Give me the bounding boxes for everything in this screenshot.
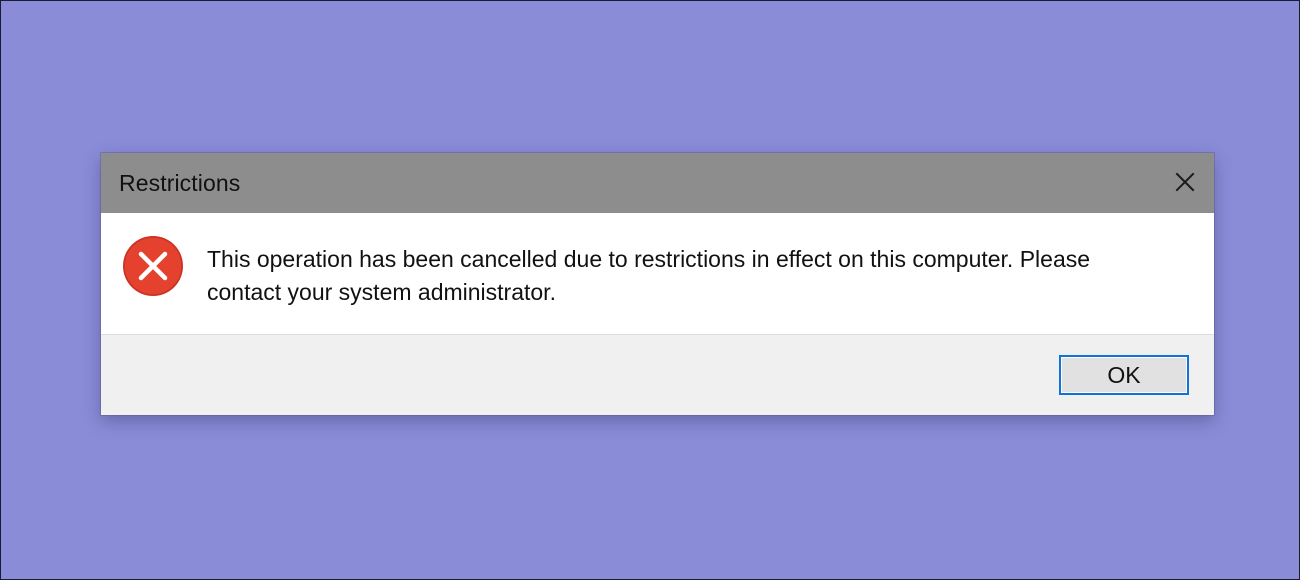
dialog-content: This operation has been cancelled due to… (101, 213, 1214, 334)
ok-button-label: OK (1107, 362, 1141, 388)
close-icon (1175, 172, 1195, 192)
dialog-message: This operation has been cancelled due to… (207, 246, 1091, 305)
restrictions-dialog: Restrictions This operation has been can… (101, 153, 1214, 415)
dialog-title: Restrictions (119, 170, 241, 196)
dialog-footer: OK (101, 334, 1214, 415)
close-button[interactable] (1154, 153, 1214, 213)
error-icon (123, 236, 183, 296)
dialog-titlebar: Restrictions (101, 153, 1214, 213)
ok-button[interactable]: OK (1059, 355, 1189, 395)
